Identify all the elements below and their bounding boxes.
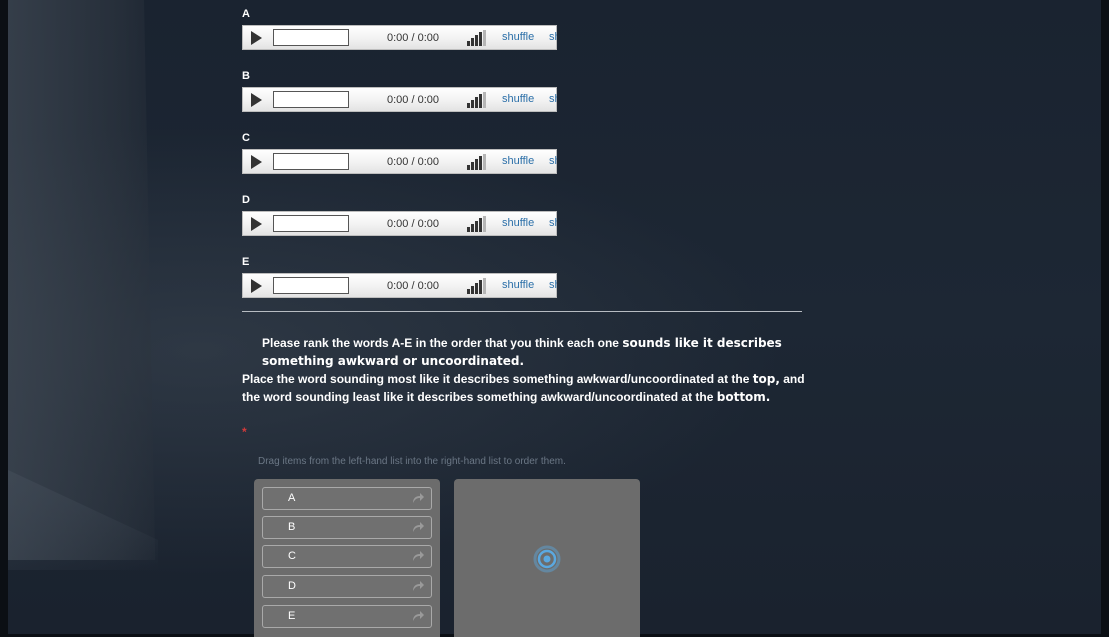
volume-icon[interactable] [467, 30, 491, 46]
shuffle-link[interactable]: shuffle [502, 217, 534, 230]
drag-arrow-icon [413, 581, 424, 591]
drag-instruction: Drag items from the left-hand list into … [258, 456, 566, 467]
progress-bar[interactable] [273, 29, 349, 46]
audio-item-c: C 0:00 / 0:00 shuffle sh [242, 132, 562, 182]
list-item-label: E [288, 610, 296, 622]
audio-player: 0:00 / 0:00 shuffle sh [242, 87, 557, 112]
progress-bar[interactable] [273, 277, 349, 294]
time-display: 0:00 / 0:00 [387, 156, 439, 168]
source-list[interactable]: A B C D E [254, 479, 440, 637]
list-item-label: C [288, 550, 296, 562]
shuffle-link[interactable]: shuffle [502, 155, 534, 168]
clipped-link[interactable]: sh [549, 31, 557, 44]
audio-label: A [242, 8, 250, 20]
audio-label: C [242, 132, 250, 144]
question-text: Please rank the words A-E in the order t… [242, 334, 822, 406]
progress-bar[interactable] [273, 153, 349, 170]
window-edge-left [0, 0, 8, 637]
volume-icon[interactable] [467, 154, 491, 170]
play-icon[interactable] [251, 279, 262, 293]
section-divider [242, 311, 802, 312]
audio-label: E [242, 256, 250, 268]
time-display: 0:00 / 0:00 [387, 218, 439, 230]
question-part1: Please rank the words A-E in the order t… [262, 336, 623, 350]
audio-item-a: A 0:00 / 0:00 shuffle sh [242, 8, 562, 58]
required-marker: * [242, 425, 247, 439]
list-item-d[interactable]: D [262, 575, 432, 598]
audio-item-d: D 0:00 / 0:00 shuffle sh [242, 194, 562, 244]
volume-icon[interactable] [467, 216, 491, 232]
question-emphasis-3: bottom. [716, 390, 771, 404]
list-item-label: D [288, 580, 296, 592]
audio-player: 0:00 / 0:00 shuffle sh [242, 273, 557, 298]
shuffle-link[interactable]: shuffle [502, 279, 534, 292]
question-part2: Place the word sounding most like it des… [242, 372, 753, 386]
time-display: 0:00 / 0:00 [387, 280, 439, 292]
clipped-link[interactable]: sh [549, 155, 557, 168]
audio-player: 0:00 / 0:00 shuffle sh [242, 211, 557, 236]
play-icon[interactable] [251, 93, 262, 107]
list-item-b[interactable]: B [262, 516, 432, 539]
background-pillar [8, 0, 156, 560]
audio-label: D [242, 194, 250, 206]
progress-bar[interactable] [273, 91, 349, 108]
target-list[interactable] [454, 479, 640, 637]
audio-item-e: E 0:00 / 0:00 shuffle sh [242, 256, 562, 306]
audio-item-b: B 0:00 / 0:00 shuffle sh [242, 70, 562, 120]
audio-player: 0:00 / 0:00 shuffle sh [242, 149, 557, 174]
clipped-link[interactable]: sh [549, 279, 557, 292]
play-icon[interactable] [251, 155, 262, 169]
shuffle-link[interactable]: shuffle [502, 93, 534, 106]
drag-arrow-icon [413, 611, 424, 621]
audio-player: 0:00 / 0:00 shuffle sh [242, 25, 557, 50]
shuffle-link[interactable]: shuffle [502, 31, 534, 44]
volume-icon[interactable] [467, 278, 491, 294]
clipped-link[interactable]: sh [549, 93, 557, 106]
drag-arrow-icon [413, 551, 424, 561]
loading-spinner-icon [533, 545, 561, 573]
play-icon[interactable] [251, 31, 262, 45]
list-item-e[interactable]: E [262, 605, 432, 628]
drag-arrow-icon [413, 522, 424, 532]
audio-label: B [242, 70, 250, 82]
progress-bar[interactable] [273, 215, 349, 232]
play-icon[interactable] [251, 217, 262, 231]
time-display: 0:00 / 0:00 [387, 32, 439, 44]
clipped-link[interactable]: sh [549, 217, 557, 230]
time-display: 0:00 / 0:00 [387, 94, 439, 106]
list-item-c[interactable]: C [262, 545, 432, 568]
question-emphasis-2: top, [752, 372, 780, 386]
volume-icon[interactable] [467, 92, 491, 108]
list-item-label: A [288, 492, 296, 504]
list-item-label: B [288, 521, 296, 533]
window-edge-right [1101, 0, 1109, 637]
drag-arrow-icon [413, 493, 424, 503]
list-item-a[interactable]: A [262, 487, 432, 510]
